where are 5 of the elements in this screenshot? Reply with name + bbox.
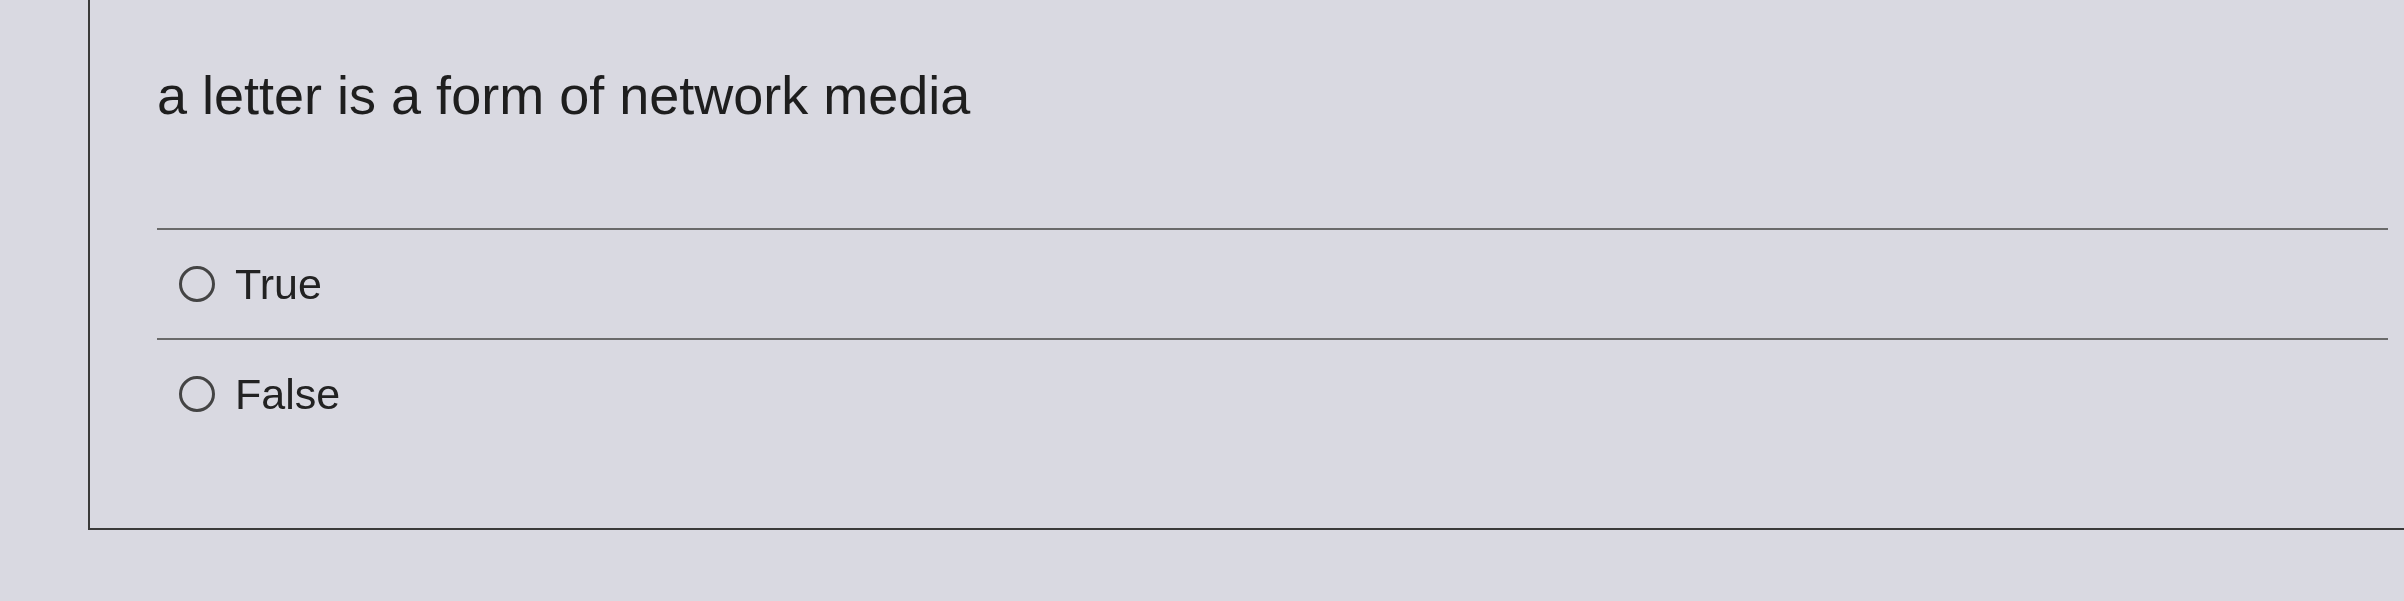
option-label[interactable]: True	[235, 259, 322, 309]
question-text: a letter is a form of network media	[157, 64, 971, 126]
radio-button[interactable]	[179, 376, 215, 412]
radio-button[interactable]	[179, 266, 215, 302]
option-label[interactable]: False	[235, 369, 341, 419]
